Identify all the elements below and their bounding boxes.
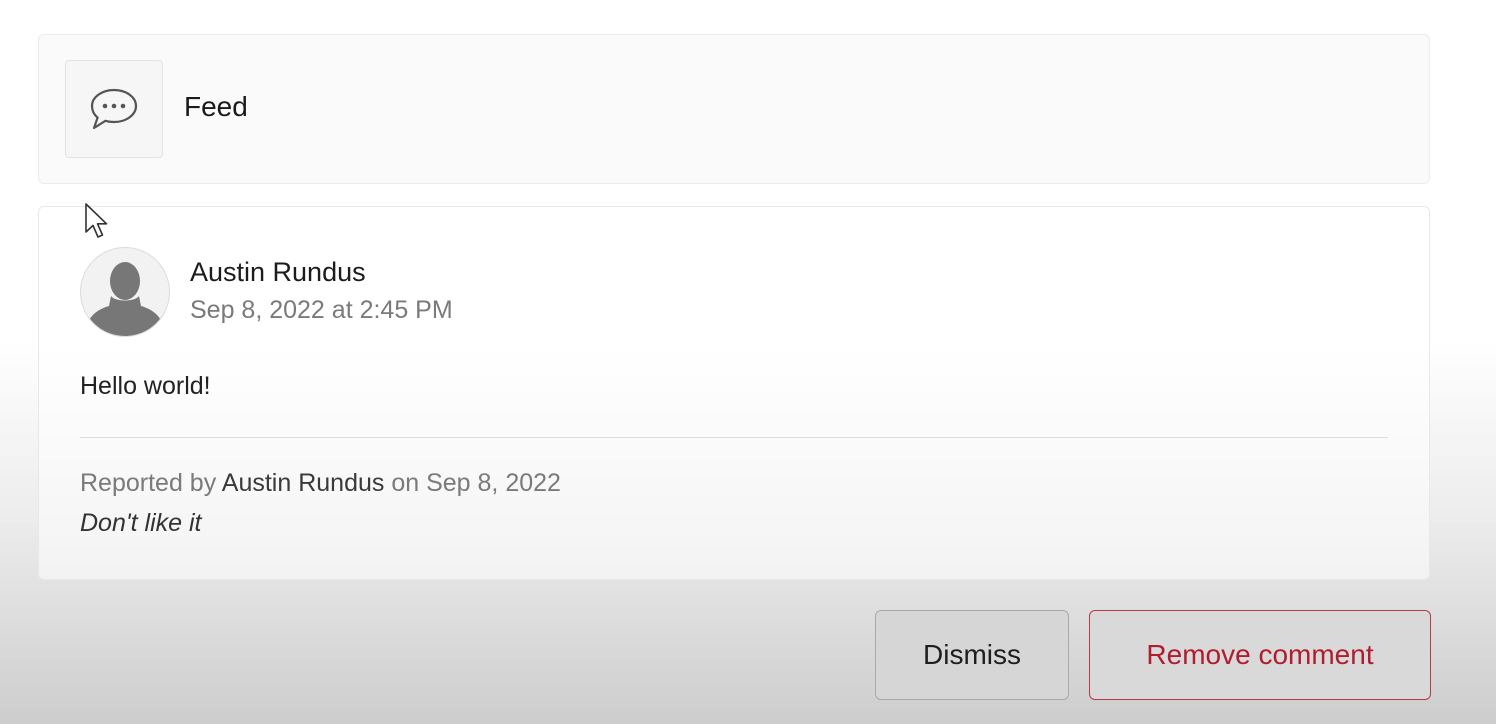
avatar: [80, 247, 170, 337]
feed-icon-box: [65, 60, 163, 158]
remove-comment-button[interactable]: Remove comment: [1089, 610, 1431, 700]
feed-header: Feed: [38, 34, 1430, 184]
comment-author-name[interactable]: Austin Rundus: [190, 257, 366, 288]
report-info: Reported by Austin Rundus on Sep 8, 2022: [80, 469, 561, 498]
report-date: on Sep 8, 2022: [391, 469, 561, 497]
divider: [80, 437, 1388, 438]
comment-timestamp: Sep 8, 2022 at 2:45 PM: [190, 296, 453, 324]
dismiss-button[interactable]: Dismiss: [875, 610, 1069, 700]
report-reason: Don't like it: [80, 509, 202, 537]
reported-comment-card: Austin Rundus Sep 8, 2022 at 2:45 PM Hel…: [38, 206, 1430, 580]
report-prefix: Reported by: [80, 469, 217, 497]
comment-body: Hello world!: [80, 372, 211, 400]
reporter-name[interactable]: Austin Rundus: [222, 469, 385, 497]
default-avatar-icon: [83, 262, 167, 336]
speech-bubble-icon: [90, 88, 138, 130]
feed-title: Feed: [184, 91, 248, 122]
mouse-cursor-icon: [85, 203, 108, 238]
